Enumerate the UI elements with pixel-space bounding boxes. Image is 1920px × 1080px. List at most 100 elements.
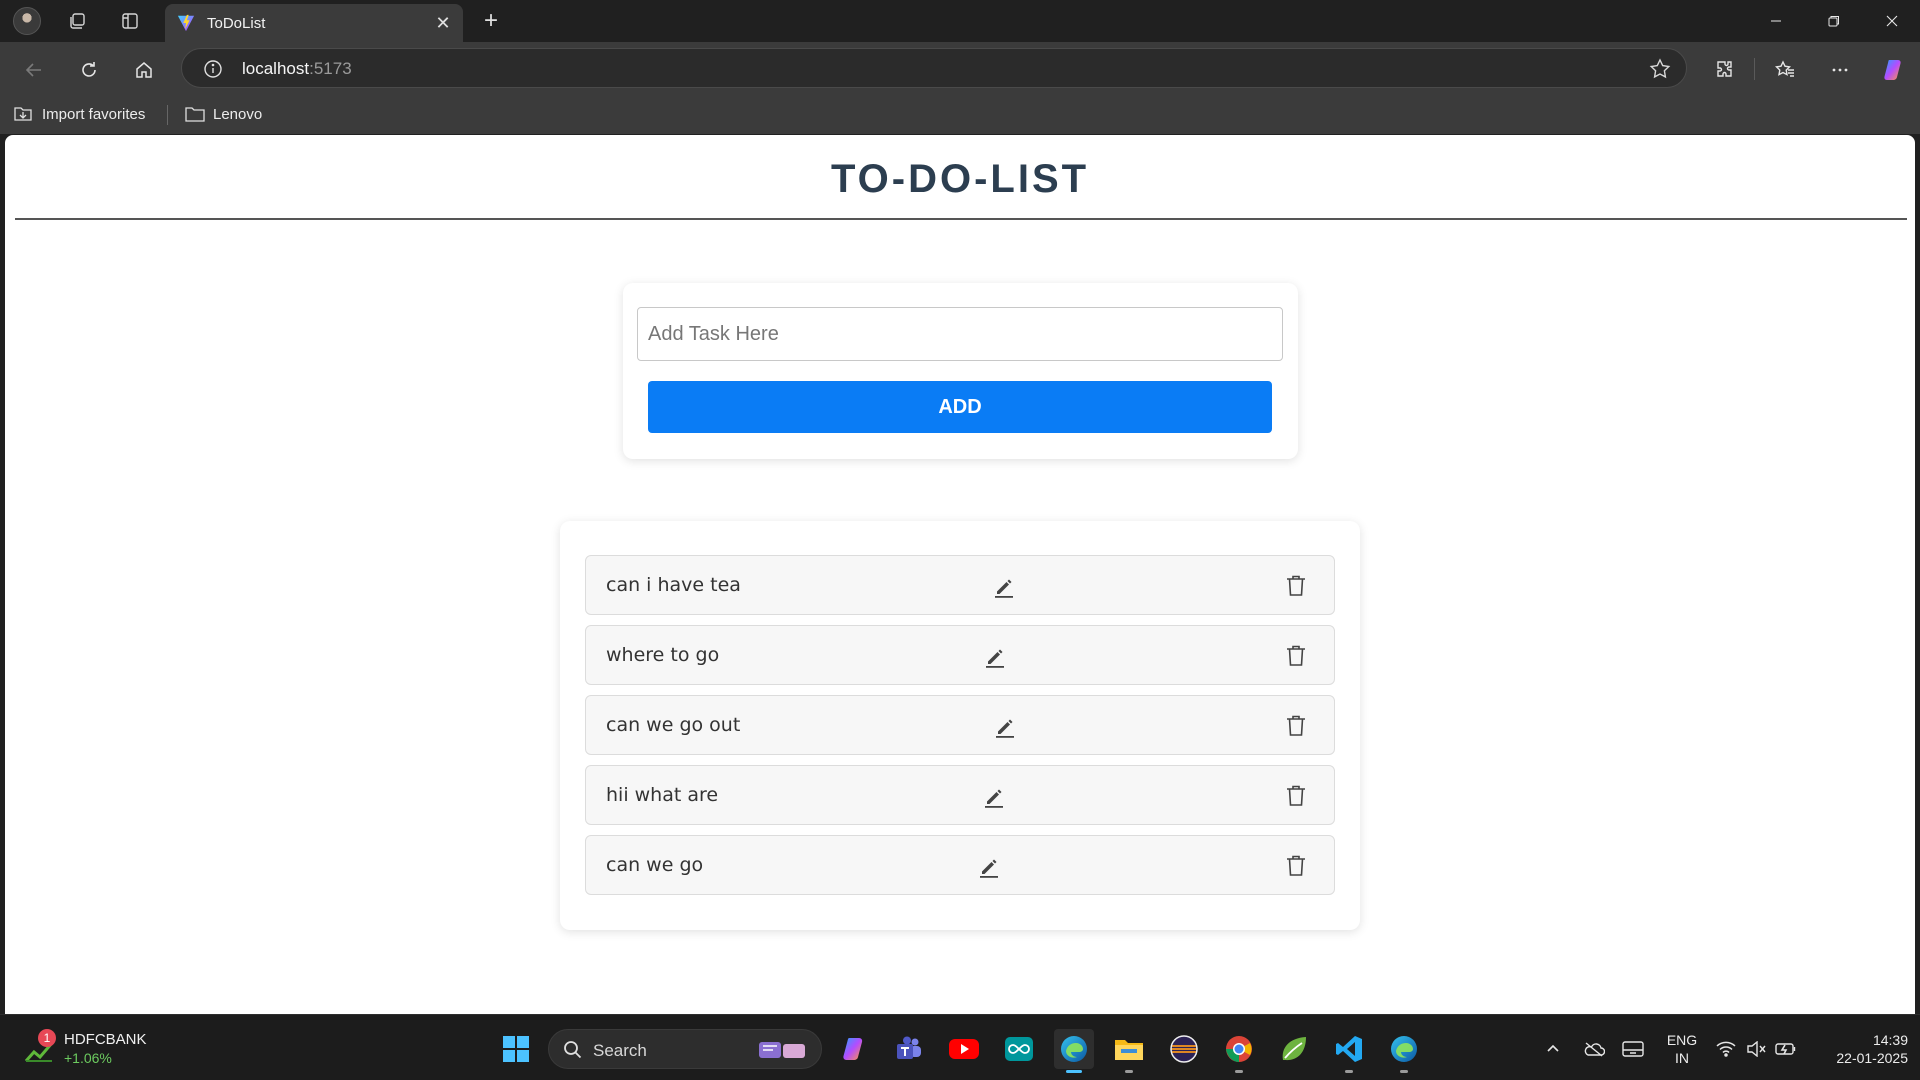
task-row: where to go: [585, 625, 1335, 685]
edge-app[interactable]: [1054, 1029, 1094, 1073]
teams-app[interactable]: [889, 1029, 929, 1069]
vscode-app[interactable]: [1329, 1029, 1369, 1073]
minimize-button[interactable]: [1748, 0, 1804, 42]
url-text[interactable]: localhost:5173: [242, 59, 352, 79]
task-text: can we go: [606, 854, 704, 876]
onedrive-icon[interactable]: [1581, 1033, 1607, 1065]
arduino-icon: [1005, 1037, 1033, 1061]
address-bar[interactable]: localhost:5173: [181, 48, 1687, 88]
tab-todolist[interactable]: ToDoList ✕: [165, 4, 463, 42]
browser-titlebar: ToDoList ✕ +: [0, 0, 1920, 42]
running-indicator: [1066, 1070, 1082, 1073]
eclipse-app[interactable]: [1164, 1029, 1204, 1069]
page-viewport: TO-DO-LIST ADD can i have tea where to g…: [5, 135, 1915, 1014]
favorites-icon[interactable]: [1767, 52, 1803, 88]
profile-avatar[interactable]: [13, 7, 41, 35]
more-menu-icon[interactable]: [1822, 52, 1858, 88]
title-divider: [15, 218, 1907, 220]
favorite-label: Lenovo: [213, 105, 263, 123]
taskbar-search[interactable]: Search: [548, 1029, 822, 1069]
spring-tools-app[interactable]: [1274, 1029, 1314, 1069]
volume-muted-icon[interactable]: [1744, 1033, 1768, 1065]
task-row: hii what are: [585, 765, 1335, 825]
favorites-divider: [167, 105, 168, 125]
clock-date: 22-01-2025: [1836, 1050, 1908, 1066]
stock-change: +1.06%: [64, 1050, 112, 1066]
favorites-bar: Import favorites Lenovo: [0, 94, 1920, 134]
task-text: can we go out: [606, 714, 741, 736]
tab-close-icon[interactable]: ✕: [429, 9, 457, 37]
chevron-up-icon[interactable]: [1542, 1033, 1564, 1065]
add-button[interactable]: ADD: [648, 381, 1272, 433]
import-favorites-icon: [14, 107, 32, 121]
vite-favicon-icon: [177, 14, 195, 32]
vertical-tabs-icon[interactable]: [114, 6, 146, 36]
edit-icon[interactable]: [991, 574, 1017, 600]
notification-badge: 1: [38, 1029, 56, 1047]
task-list-card: can i have tea where to go can we go out: [560, 521, 1360, 930]
task-input[interactable]: [637, 307, 1283, 361]
arduino-app[interactable]: [999, 1029, 1039, 1069]
running-indicator: [1125, 1070, 1133, 1073]
task-row: can i have tea: [585, 555, 1335, 615]
windows-taskbar: 1 HDFCBANK +1.06% Search ENG IN 14:39 22…: [0, 1014, 1920, 1080]
windows-logo-icon: [503, 1036, 529, 1062]
chrome-icon: [1226, 1036, 1252, 1062]
touch-keyboard-icon[interactable]: [1620, 1033, 1646, 1065]
edge-icon: [1061, 1036, 1087, 1062]
trash-icon[interactable]: [1283, 643, 1309, 669]
search-highlight-icon: [759, 1042, 805, 1058]
task-row: can we go out: [585, 695, 1335, 755]
edit-icon[interactable]: [976, 854, 1002, 880]
restore-button[interactable]: [1806, 0, 1862, 42]
youtube-app[interactable]: [944, 1029, 984, 1069]
trash-icon[interactable]: [1283, 713, 1309, 739]
copilot-icon: [843, 1038, 863, 1060]
teams-icon: [897, 1036, 921, 1059]
system-clock[interactable]: 14:39 22-01-2025: [1812, 1031, 1908, 1067]
edge-icon: [1391, 1036, 1417, 1062]
vscode-icon: [1336, 1036, 1362, 1062]
eclipse-icon: [1170, 1035, 1198, 1063]
favorite-import[interactable]: Import favorites: [14, 102, 145, 126]
workspaces-icon[interactable]: [61, 6, 93, 36]
edit-icon[interactable]: [981, 784, 1007, 810]
trash-icon[interactable]: [1283, 853, 1309, 879]
edit-icon[interactable]: [982, 644, 1008, 670]
clock-time: 14:39: [1872, 1032, 1908, 1048]
edit-icon[interactable]: [992, 714, 1018, 740]
copilot-icon[interactable]: [1876, 52, 1912, 88]
folder-icon: [1115, 1040, 1143, 1060]
youtube-icon: [949, 1039, 979, 1059]
site-info-icon[interactable]: [202, 58, 224, 80]
trash-icon[interactable]: [1283, 573, 1309, 599]
copilot-app[interactable]: [834, 1029, 874, 1069]
start-button[interactable]: [496, 1029, 536, 1069]
folder-icon: [185, 107, 205, 122]
task-row: can we go: [585, 835, 1335, 895]
edge-dev-app[interactable]: [1384, 1029, 1424, 1073]
page-title: TO-DO-LIST: [830, 157, 1090, 201]
trash-icon[interactable]: [1283, 783, 1309, 809]
favorite-folder-lenovo[interactable]: Lenovo: [185, 102, 262, 126]
favorite-label: Import favorites: [42, 105, 146, 123]
refresh-button[interactable]: [71, 52, 107, 88]
search-label: Search: [593, 1041, 647, 1060]
file-explorer-app[interactable]: [1109, 1029, 1149, 1073]
language-indicator[interactable]: ENG IN: [1664, 1031, 1700, 1067]
new-tab-button[interactable]: +: [475, 6, 507, 36]
task-text: can i have tea: [606, 574, 741, 596]
favorite-star-icon[interactable]: [1648, 57, 1672, 81]
chrome-app[interactable]: [1219, 1029, 1259, 1073]
tab-title: ToDoList: [207, 14, 266, 32]
back-button[interactable]: [16, 52, 52, 88]
wifi-icon[interactable]: [1714, 1033, 1738, 1065]
toolbar-divider: [1754, 58, 1755, 80]
task-text: hii what are: [606, 784, 719, 806]
stock-widget[interactable]: 1 HDFCBANK +1.06%: [20, 1029, 150, 1069]
battery-charging-icon[interactable]: [1774, 1033, 1798, 1065]
home-button[interactable]: [126, 52, 162, 88]
close-window-button[interactable]: [1864, 0, 1920, 42]
running-indicator: [1235, 1070, 1243, 1073]
extensions-icon[interactable]: [1707, 52, 1743, 88]
